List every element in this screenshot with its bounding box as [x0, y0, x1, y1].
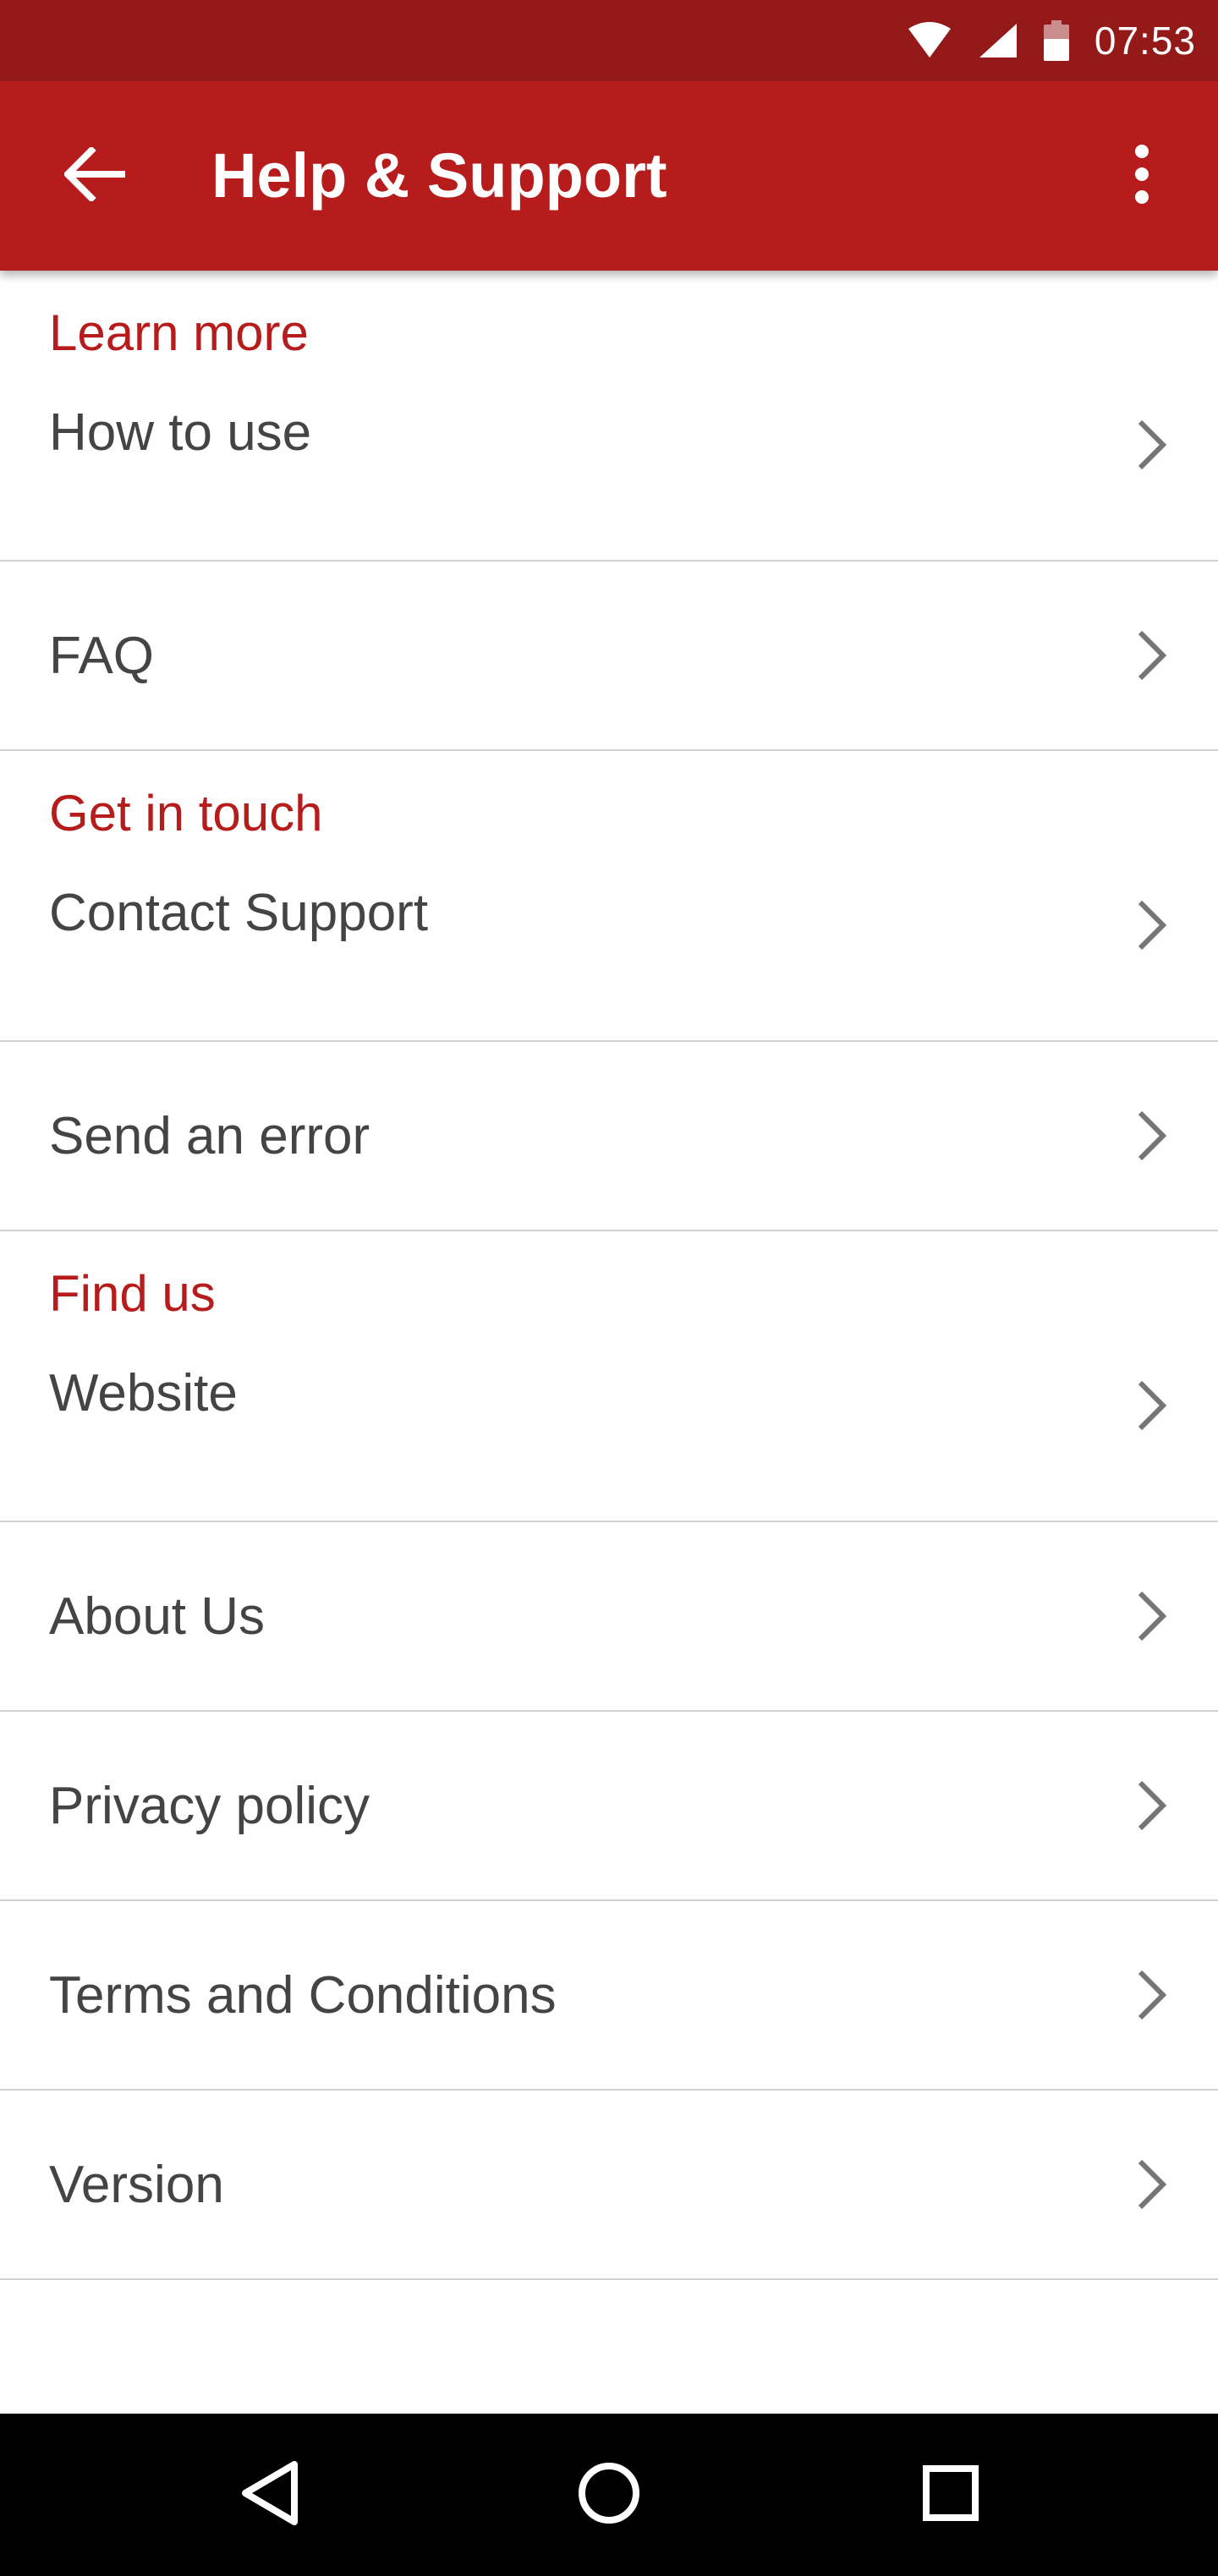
list-item-label: About Us: [49, 1587, 266, 1646]
nav-home-button[interactable]: [558, 2444, 660, 2546]
chevron-right-icon: [1132, 2151, 1172, 2218]
section-header: Get in touch: [49, 785, 323, 841]
section-get-in-touch: Get in touch Contact Support Send an err…: [0, 751, 1218, 1231]
more-vert-icon: [1133, 144, 1150, 208]
nav-back-button[interactable]: [220, 2444, 321, 2546]
chevron-right-icon: [1132, 1372, 1172, 1439]
back-triangle-icon: [240, 2459, 301, 2531]
list-item-label: Privacy policy: [49, 1776, 370, 1835]
chevron-right-icon: [1132, 622, 1172, 689]
status-icons: 07:53: [907, 0, 1196, 81]
section-find-us: Find us Website About Us Privacy policy …: [0, 1231, 1218, 2280]
list-item-label: Website: [49, 1364, 238, 1422]
list-item-website[interactable]: Website: [0, 1326, 1218, 1522]
chevron-right-icon: [1132, 1102, 1172, 1170]
list-item-label: Version: [49, 2155, 224, 2214]
list-item-faq[interactable]: FAQ: [0, 562, 1218, 751]
list-item-version[interactable]: Version: [0, 2091, 1218, 2280]
app-bar: Help & Support: [0, 81, 1218, 271]
system-nav-bar: [0, 2414, 1218, 2576]
page-title: Help & Support: [211, 140, 667, 211]
chevron-right-icon: [1132, 891, 1172, 959]
cell-signal-icon: [978, 22, 1018, 59]
list-item-label: FAQ: [49, 626, 155, 685]
home-circle-icon: [577, 2461, 641, 2529]
chevron-right-icon: [1132, 1582, 1172, 1650]
battery-icon: [1043, 20, 1069, 61]
section-header: Learn more: [49, 304, 309, 361]
section-header: Find us: [49, 1265, 216, 1322]
list-item-label: How to use: [49, 403, 312, 462]
settings-list: Learn more How to use FAQ Get in touch C…: [0, 271, 1218, 2414]
list-item-send-an-error[interactable]: Send an error: [0, 1042, 1218, 1231]
list-item-about-us[interactable]: About Us: [0, 1522, 1218, 1712]
list-item-how-to-use[interactable]: How to use: [0, 365, 1218, 562]
list-item-privacy-policy[interactable]: Privacy policy: [0, 1712, 1218, 1901]
list-item-label: Terms and Conditions: [49, 1965, 557, 2025]
back-button[interactable]: [52, 134, 137, 218]
status-time: 07:53: [1094, 19, 1196, 63]
chevron-right-icon: [1132, 1961, 1172, 2029]
section-learn-more: Learn more How to use FAQ: [0, 271, 1218, 751]
status-bar: 07:53: [0, 0, 1218, 81]
arrow-back-icon: [63, 145, 127, 206]
list-item-contact-support[interactable]: Contact Support: [0, 846, 1218, 1042]
recents-square-icon: [922, 2464, 979, 2526]
list-item-terms-and-conditions[interactable]: Terms and Conditions: [0, 1901, 1218, 2091]
chevron-right-icon: [1132, 1772, 1172, 1839]
list-item-label: Send an error: [49, 1106, 370, 1165]
more-options-button[interactable]: [1100, 134, 1184, 218]
list-item-label: Contact Support: [49, 884, 429, 942]
wifi-icon: [907, 22, 952, 59]
chevron-right-icon: [1132, 411, 1172, 479]
nav-recents-button[interactable]: [900, 2444, 1001, 2546]
